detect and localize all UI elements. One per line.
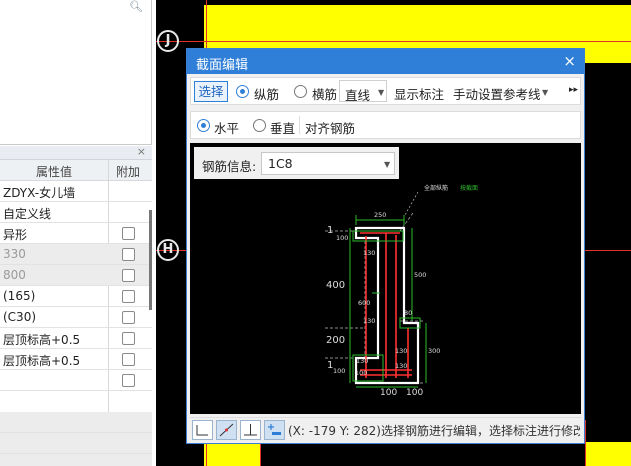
property-value: (165) [3, 289, 36, 303]
dim-label: 100 [333, 367, 345, 375]
dim-label: 400 [326, 280, 345, 291]
align-rebar-button[interactable]: 对齐钢筋 [305, 118, 355, 137]
dim-label: 500 [414, 271, 426, 279]
wall-bottom-right [585, 442, 631, 466]
separator [299, 116, 300, 134]
wall-bottom-left [204, 442, 260, 466]
axis-marker-h: H [157, 239, 179, 261]
longitudinal-label: 纵筋 [254, 87, 280, 102]
table-row [0, 433, 152, 454]
status-text: (X: -179 Y: 282)选择钢筋进行编辑，选择标注进行修改 [288, 424, 580, 438]
table-row [0, 412, 152, 433]
search-icon[interactable]: 🔍︎ [129, 0, 143, 13]
show-annotation-button[interactable]: 显示标注 [394, 84, 444, 103]
dim-label: 600 [358, 299, 370, 307]
dim-label: 80 [404, 309, 412, 317]
dialog-status-bar: (X: -179 Y: 282)选择钢筋进行编辑，选择标注进行修改 [190, 417, 581, 441]
property-checkbox[interactable] [122, 227, 135, 240]
manual-ref-line-button[interactable]: 手动设置参考线 [453, 84, 541, 103]
section-drawing-area[interactable]: 钢筋信息: 1C8 ▼ 250 100 130 500 400 600 130 … [190, 143, 581, 414]
dim-label: 130 [356, 357, 368, 365]
snap-endpoint-button[interactable] [192, 420, 213, 440]
property-value: 330 [3, 247, 26, 261]
table-row[interactable]: 异形 [0, 223, 152, 244]
transverse-label: 横筋 [312, 87, 338, 102]
note-all-rebar: 全部纵筋 [424, 184, 448, 192]
property-value: 异形 [3, 228, 28, 242]
line-type-select[interactable]: 直线 ▼ [339, 80, 387, 103]
table-row[interactable]: 层顶标高+0.5 [0, 349, 152, 370]
axis-line-vertical-3 [585, 420, 586, 466]
dialog-title: 截面编辑 [196, 58, 249, 73]
property-value: 自定义线 [3, 207, 52, 221]
property-checkbox[interactable] [122, 332, 135, 345]
table-row[interactable]: 层顶标高+0.5 [0, 328, 152, 349]
toolbar-direction: 水平 垂直 对齐钢筋 [190, 111, 581, 139]
column-header-extra: 附加 [116, 165, 141, 179]
dim-label: 300 [428, 347, 440, 355]
scrollbar[interactable] [149, 210, 152, 310]
horizontal-label: 水平 [214, 121, 240, 136]
property-value: ZDYX-女儿墙 [3, 186, 76, 200]
table-row[interactable]: (165) [0, 286, 152, 307]
snap-line-button[interactable] [216, 420, 237, 440]
transverse-radio[interactable] [294, 85, 307, 98]
properties-title-bar: × [0, 145, 152, 160]
table-row [0, 454, 152, 466]
note-by-section: 按截面 [460, 184, 478, 192]
property-checkbox[interactable] [122, 269, 135, 282]
column-header-value: 属性值 [36, 165, 73, 179]
table-row[interactable]: ZDYX-女儿墙 [0, 181, 152, 202]
dim-label: 100 [406, 388, 423, 398]
snap-add-button[interactable] [264, 420, 285, 440]
property-value: 800 [3, 268, 26, 282]
table-row[interactable]: 自定义线 [0, 202, 152, 223]
select-button[interactable]: 选择 [194, 81, 228, 102]
chevron-down-icon: ▼ [378, 88, 385, 97]
dim-label: 1 [327, 225, 333, 236]
dim-label: 200 [326, 335, 345, 346]
properties-column-header: 属性值 附加 [0, 160, 152, 181]
component-list[interactable]: 🔍︎ [0, 0, 152, 145]
axis-marker-j: J [157, 30, 179, 52]
horizontal-radio[interactable] [197, 119, 210, 132]
dim-label: 250 [374, 211, 386, 219]
property-value: 层顶标高+0.5 [3, 354, 81, 368]
dim-label: 130 [363, 317, 375, 325]
dim-label: 100 [336, 234, 348, 242]
property-value: (C30) [3, 310, 37, 324]
toolbar-main: 选择 纵筋 横筋 直线 ▼ 显示标注 手动设置参考线 ▼ ▸▸ [190, 77, 581, 105]
property-checkbox[interactable] [122, 311, 135, 324]
dim-label: 100 [355, 369, 367, 377]
property-checkbox[interactable] [122, 353, 135, 366]
table-row[interactable]: (C30) [0, 307, 152, 328]
property-checkbox[interactable] [122, 248, 135, 261]
dim-label: 130 [395, 362, 407, 370]
snap-perpendicular-button[interactable] [240, 420, 261, 440]
close-icon[interactable]: × [137, 145, 146, 158]
section-edit-dialog: 截面编辑 × 选择 纵筋 横筋 直线 ▼ 显示标注 手动设置参考线 ▼ ▸▸ 水… [186, 48, 585, 444]
line-type-value: 直线 [345, 88, 371, 103]
dim-label: 130 [395, 347, 407, 355]
dim-label: 1 [327, 360, 333, 371]
table-row[interactable]: 800 [0, 265, 152, 286]
table-row[interactable] [0, 370, 152, 391]
left-panel: 🔍︎ × 属性值 附加 ZDYX-女儿墙 自定义线异形 330 800 (165) (C3… [0, 0, 152, 466]
vertical-label: 垂直 [270, 121, 296, 136]
chevron-down-icon: ▼ [542, 88, 549, 97]
close-icon[interactable]: × [563, 52, 576, 70]
property-checkbox[interactable] [122, 290, 135, 303]
more-icon[interactable]: ▸▸ [569, 85, 578, 95]
longitudinal-radio[interactable] [236, 85, 249, 98]
vertical-radio[interactable] [253, 119, 266, 132]
dim-label: 100 [380, 388, 397, 398]
property-value: 层顶标高+0.5 [3, 333, 81, 347]
table-row[interactable]: 330 [0, 244, 152, 265]
property-checkbox[interactable] [122, 374, 135, 387]
section-drawing: 250 100 130 500 400 600 130 80 300 200 1… [325, 184, 478, 398]
dim-label: 130 [363, 249, 375, 257]
dialog-title-bar[interactable]: 截面编辑 × [187, 49, 584, 74]
axis-line-j [156, 41, 631, 42]
